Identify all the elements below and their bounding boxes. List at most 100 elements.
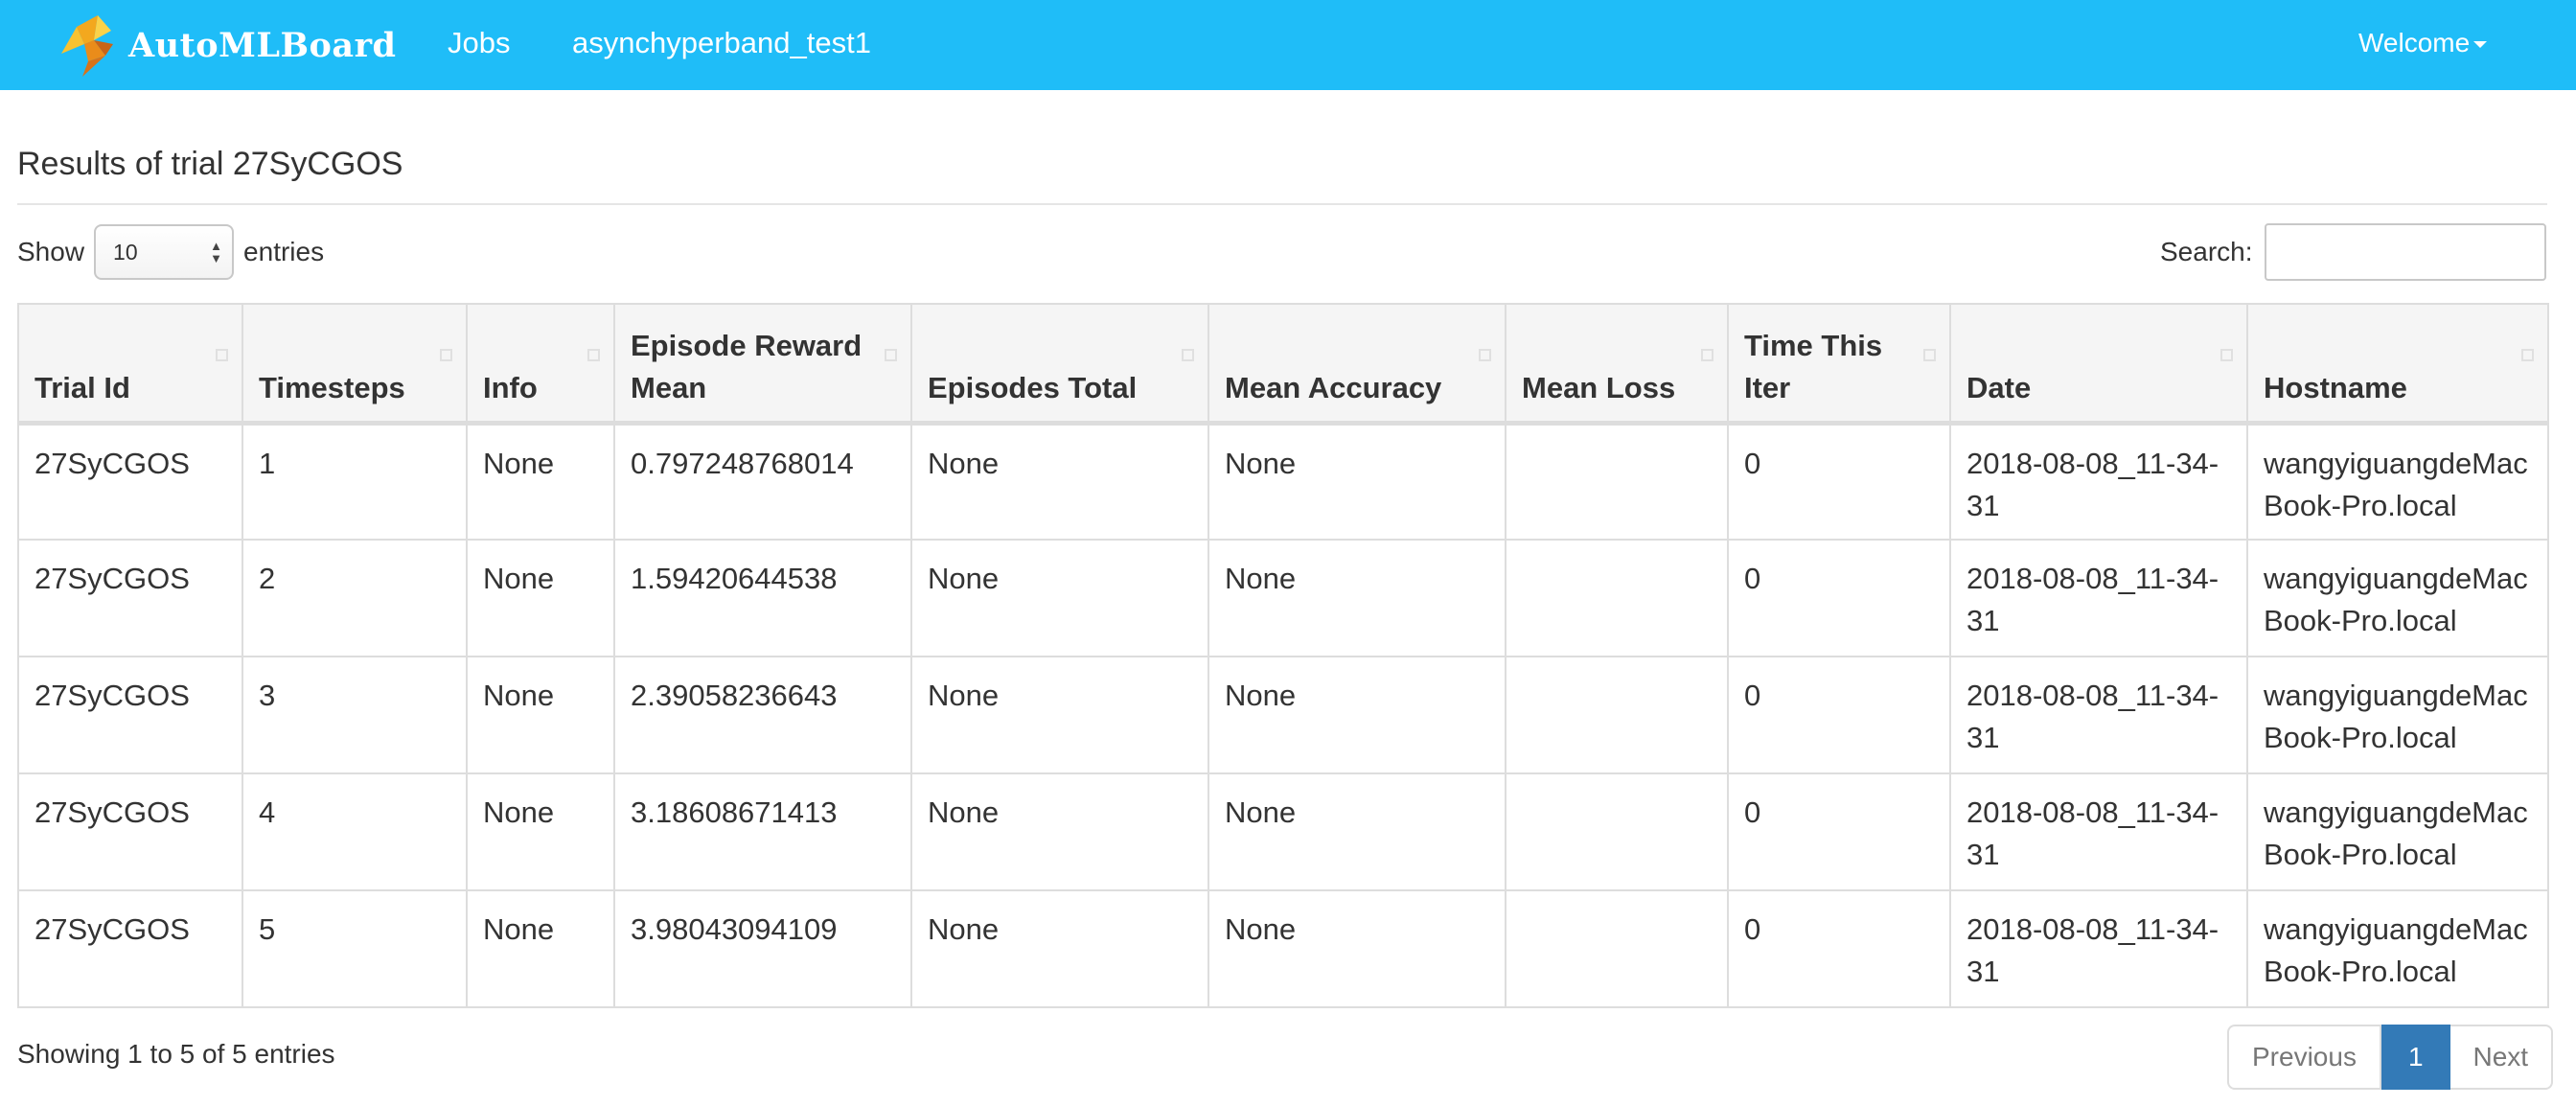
cell-trial-id: 27SyCGOS [17, 539, 243, 657]
cell-info: None [466, 422, 615, 541]
column-label: Trial Id [34, 370, 130, 404]
results-table: Trial Id Timesteps Info Episode Reward M… [17, 303, 2549, 1008]
cell-hostname: wangyiguangdeMacBook-Pro.local [2246, 422, 2549, 541]
cell-mean-loss [1505, 772, 1729, 891]
column-header-trial-id[interactable]: Trial Id [17, 303, 243, 426]
cell-episodes-total: None [910, 422, 1209, 541]
column-header-time-this-iter[interactable]: Time This Iter [1727, 303, 1951, 426]
cell-mean-accuracy: None [1208, 656, 1506, 774]
table-header-row: Trial Id Timesteps Info Episode Reward M… [17, 303, 2549, 426]
cell-time-this-iter: 0 [1727, 422, 1951, 541]
bird-logo-icon [61, 15, 113, 77]
cell-info: None [466, 772, 615, 891]
caret-down-icon [2473, 41, 2488, 49]
column-header-info[interactable]: Info [466, 303, 615, 426]
sort-icon [1923, 349, 1936, 361]
cell-mean-accuracy: None [1208, 539, 1506, 657]
cell-episode-reward-mean: 3.18608671413 [613, 772, 912, 891]
sort-icon [440, 349, 452, 361]
sort-icon [1479, 349, 1491, 361]
cell-hostname: wangyiguangdeMacBook-Pro.local [2246, 539, 2549, 657]
sort-icon [587, 349, 600, 361]
search-label: Search: [2160, 237, 2253, 266]
column-header-episodes-total[interactable]: Episodes Total [910, 303, 1209, 426]
column-label: Date [1966, 370, 2032, 404]
pagination: Previous 1 Next [2227, 1025, 2554, 1090]
sort-icon [2220, 349, 2233, 361]
table-row: 27SyCGOS 3 None 2.39058236643 None None … [17, 656, 2549, 774]
welcome-label: Welcome [2358, 28, 2471, 58]
entries-label: entries [243, 237, 325, 266]
cell-mean-loss [1505, 539, 1729, 657]
column-label: Hostname [2264, 370, 2407, 404]
cell-trial-id: 27SyCGOS [17, 656, 243, 774]
table-row: 27SyCGOS 5 None 3.98043094109 None None … [17, 889, 2549, 1008]
cell-timesteps: 4 [242, 772, 468, 891]
cell-time-this-iter: 0 [1727, 656, 1951, 774]
cell-trial-id: 27SyCGOS [17, 772, 243, 891]
title-divider [17, 203, 2547, 205]
cell-time-this-iter: 0 [1727, 772, 1951, 891]
column-label: Timesteps [259, 370, 405, 404]
column-header-hostname[interactable]: Hostname [2246, 303, 2549, 426]
cell-episode-reward-mean: 0.797248768014 [613, 422, 912, 541]
navbar: AutoMLBoard Jobs asynchyperband_test1 We… [0, 0, 2576, 90]
cell-episodes-total: None [910, 656, 1209, 774]
cell-mean-loss [1505, 422, 1729, 541]
sort-icon [2521, 349, 2534, 361]
cell-episode-reward-mean: 1.59420644538 [613, 539, 912, 657]
cell-timesteps: 1 [242, 422, 468, 541]
cell-mean-loss [1505, 656, 1729, 774]
cell-timesteps: 3 [242, 656, 468, 774]
nav-jobs-link[interactable]: Jobs [448, 0, 510, 90]
cell-date: 2018-08-08_11-34-31 [1949, 772, 2248, 891]
cell-date: 2018-08-08_11-34-31 [1949, 656, 2248, 774]
sort-icon [885, 349, 897, 361]
cell-episodes-total: None [910, 889, 1209, 1008]
cell-mean-loss [1505, 889, 1729, 1008]
column-header-date[interactable]: Date [1949, 303, 2248, 426]
cell-timesteps: 2 [242, 539, 468, 657]
cell-episode-reward-mean: 3.98043094109 [613, 889, 912, 1008]
next-page-button[interactable]: Next [2450, 1025, 2554, 1090]
previous-page-button[interactable]: Previous [2227, 1025, 2381, 1090]
table-row: 27SyCGOS 1 None 0.797248768014 None None… [17, 422, 2549, 541]
column-header-mean-accuracy[interactable]: Mean Accuracy [1208, 303, 1506, 426]
column-label: Info [483, 370, 538, 404]
nav-job-name-link[interactable]: asynchyperband_test1 [572, 0, 871, 90]
table-row: 27SyCGOS 4 None 3.18608671413 None None … [17, 772, 2549, 891]
column-label: Mean Accuracy [1225, 370, 1442, 404]
cell-info: None [466, 539, 615, 657]
cell-date: 2018-08-08_11-34-31 [1949, 539, 2248, 657]
show-label: Show [17, 237, 85, 266]
search-input[interactable] [2264, 223, 2546, 281]
page-title: Results of trial 27SyCGOS [17, 146, 403, 182]
cell-mean-accuracy: None [1208, 772, 1506, 891]
search-control: Search: [2160, 222, 2546, 282]
column-header-mean-loss[interactable]: Mean Loss [1505, 303, 1729, 426]
entries-per-page-value: 10 [113, 240, 138, 265]
column-label: Episodes Total [928, 370, 1138, 404]
cell-trial-id: 27SyCGOS [17, 422, 243, 541]
cell-mean-accuracy: None [1208, 422, 1506, 541]
brand-name: AutoMLBoard [128, 25, 397, 65]
brand-link[interactable]: AutoMLBoard [50, 8, 396, 82]
cell-time-this-iter: 0 [1727, 539, 1951, 657]
sort-icon [1182, 349, 1194, 361]
sort-icon [216, 349, 228, 361]
cell-hostname: wangyiguangdeMacBook-Pro.local [2246, 772, 2549, 891]
column-label: Time This Iter [1744, 328, 1883, 404]
column-header-timesteps[interactable]: Timesteps [242, 303, 468, 426]
cell-timesteps: 5 [242, 889, 468, 1008]
sort-icon [1701, 349, 1714, 361]
cell-info: None [466, 889, 615, 1008]
column-header-episode-reward-mean[interactable]: Episode Reward Mean [613, 303, 912, 426]
entries-length-control: Show 10 ▲ ▼ entries [17, 222, 324, 282]
cell-episode-reward-mean: 2.39058236643 [613, 656, 912, 774]
entries-per-page-select[interactable]: 10 ▲ ▼ [94, 224, 235, 280]
cell-date: 2018-08-08_11-34-31 [1949, 889, 2248, 1008]
welcome-dropdown[interactable]: Welcome [2358, 0, 2488, 90]
page-1-button[interactable]: 1 [2380, 1025, 2450, 1090]
select-arrows-icon: ▲ ▼ [210, 239, 223, 265]
cell-date: 2018-08-08_11-34-31 [1949, 422, 2248, 541]
